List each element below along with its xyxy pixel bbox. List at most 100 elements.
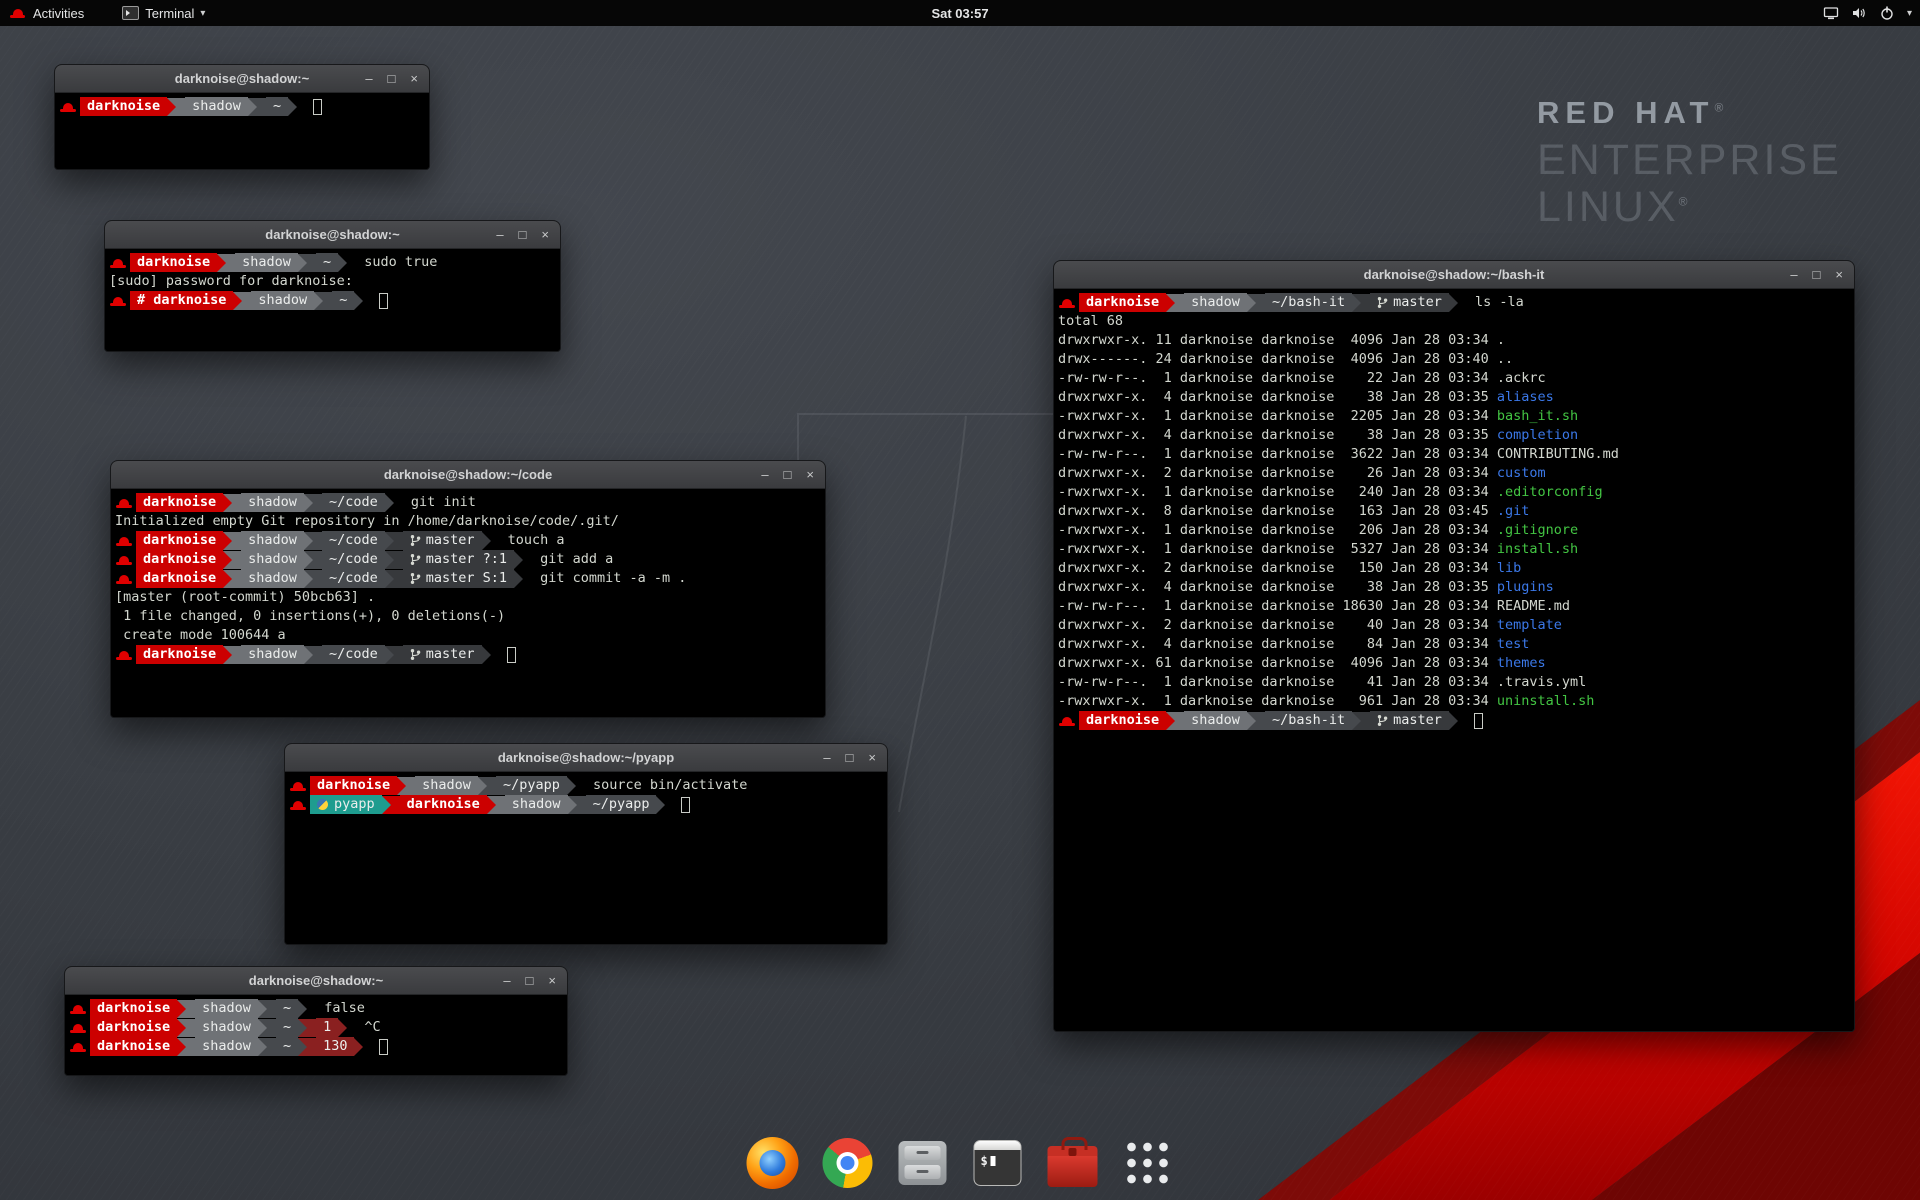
close-button[interactable]: × <box>410 72 418 85</box>
firefox-launcher[interactable] <box>744 1134 802 1192</box>
terminal-window-sudo: darknoise@shadow:~ – □ × darknoiseshadow… <box>104 220 561 352</box>
window-titlebar[interactable]: darknoise@shadow:~ – □ × <box>105 221 560 249</box>
prompt-segment-git: master <box>403 531 482 550</box>
git-branch-icon <box>1377 714 1388 727</box>
powerline-separator-icon <box>223 551 241 569</box>
window-titlebar[interactable]: darknoise@shadow:~/code – □ × <box>111 461 825 489</box>
maximize-button[interactable]: □ <box>846 751 854 764</box>
close-button[interactable]: × <box>548 974 556 987</box>
file-meta: -rwxrwxr-x. 1 darknoise darknoise 2205 J… <box>1058 407 1497 426</box>
powerline-separator-icon <box>298 1000 316 1018</box>
powerline-separator-icon <box>177 1038 195 1056</box>
prompt-segment-host: shadow <box>241 493 304 512</box>
file-meta: -rw-rw-r--. 1 darknoise darknoise 3622 J… <box>1058 445 1497 464</box>
toolbox-launcher[interactable] <box>1044 1134 1102 1192</box>
show-applications-button[interactable] <box>1119 1134 1177 1192</box>
prompt-line: darknoiseshadow~/pyapp source bin/activa… <box>289 776 884 795</box>
prompt-segment-host: shadow <box>505 795 568 814</box>
powerline-separator-icon <box>385 494 403 512</box>
terminal-content[interactable]: darknoiseshadow~ <box>55 93 429 169</box>
redhat-icon <box>116 494 132 512</box>
command-text: git commit -a -m . <box>532 569 686 588</box>
close-button[interactable]: × <box>1835 268 1843 281</box>
minimize-button[interactable]: – <box>496 228 503 241</box>
powerline-separator-icon <box>298 254 316 272</box>
powerline-separator-icon <box>1166 294 1184 312</box>
app-menu-terminal[interactable]: Terminal ▾ <box>116 0 211 26</box>
activities-button[interactable]: Activities <box>0 0 94 26</box>
file-list-line: -rw-rw-r--. 1 darknoise darknoise 22 Jan… <box>1058 369 1851 388</box>
file-list-line: -rwxrwxr-x. 1 darknoise darknoise 961 Ja… <box>1058 692 1851 711</box>
file-list-line: drwxrwxr-x. 11 darknoise darknoise 4096 … <box>1058 331 1851 350</box>
redhat-icon <box>60 98 76 116</box>
file-meta: drwx------. 24 darknoise darknoise 4096 … <box>1058 350 1497 369</box>
window-title: darknoise@shadow:~/pyapp <box>498 750 674 765</box>
command-text: ls -la <box>1467 293 1524 312</box>
command-text: sudo true <box>356 253 437 272</box>
close-button[interactable]: × <box>868 751 876 764</box>
minimize-button[interactable]: – <box>823 751 830 764</box>
terminal-content[interactable]: darknoiseshadow~/code git initInitialize… <box>111 489 825 717</box>
prompt-line: darknoiseshadow~/codemaster ?:1 git add … <box>115 550 822 569</box>
prompt-line: darknoiseshadow~/codemaster touch a <box>115 531 822 550</box>
chrome-icon-center <box>841 1156 855 1170</box>
terminal-icon-cursor <box>991 1156 996 1166</box>
file-name: .editorconfig <box>1497 483 1603 502</box>
file-list-line: drwxrwxr-x. 2 darknoise darknoise 40 Jan… <box>1058 616 1851 635</box>
prompt-segment-host: shadow <box>195 1018 258 1037</box>
chrome-icon <box>823 1138 873 1188</box>
clock[interactable]: Sat 03:57 <box>931 6 988 21</box>
redhat-icon <box>116 570 132 588</box>
files-launcher[interactable] <box>894 1134 952 1192</box>
window-titlebar[interactable]: darknoise@shadow:~ – □ × <box>65 967 567 995</box>
maximize-button[interactable]: □ <box>519 228 527 241</box>
redhat-icon <box>1059 294 1075 312</box>
command-text: ^C <box>356 1018 380 1037</box>
window-title: darknoise@shadow:~/bash-it <box>1364 267 1545 282</box>
terminal-content[interactable]: darknoiseshadow~ falsedarknoiseshadow~1 … <box>65 995 567 1075</box>
powerline-separator-icon <box>258 1000 276 1018</box>
prompt-segment-user: darknoise <box>80 97 167 116</box>
terminal-launcher[interactable]: $ <box>969 1134 1027 1192</box>
toolbox-icon-latch <box>1069 1148 1077 1156</box>
prompt-line: darknoiseshadow~/codemaster <box>115 645 822 664</box>
prompt-line: pyappdarknoiseshadow~/pyapp <box>289 795 884 814</box>
minimize-button[interactable]: – <box>365 72 372 85</box>
maximize-button[interactable]: □ <box>388 72 396 85</box>
minimize-button[interactable]: – <box>503 974 510 987</box>
prompt-segment-user: darknoise <box>90 1018 177 1037</box>
minimize-button[interactable]: – <box>1790 268 1797 281</box>
powerline-separator-icon <box>258 1019 276 1037</box>
redhat-icon <box>10 6 26 21</box>
powerline-separator-icon <box>382 796 400 814</box>
files-icon-drawer <box>905 1165 941 1179</box>
powerline-separator-icon <box>514 570 532 588</box>
prompt-segment-path: ~/code <box>322 550 385 569</box>
prompt-segment-git: master <box>1370 293 1449 312</box>
file-name: .ackrc <box>1497 369 1546 388</box>
close-button[interactable]: × <box>806 468 814 481</box>
prompt-segment-git: master ?:1 <box>403 550 514 569</box>
terminal-content[interactable]: darknoiseshadow~/pyapp source bin/activa… <box>285 772 887 944</box>
desktop-background[interactable]: RED HAT® ENTERPRISE LINUX® darknoise@sha… <box>0 0 1920 1200</box>
terminal-content[interactable]: darknoiseshadow~ sudo true[sudo] passwor… <box>105 249 560 351</box>
terminal-content[interactable]: darknoiseshadow~/bash-itmaster ls -latot… <box>1054 289 1854 1031</box>
prompt-segment-host: shadow <box>195 999 258 1018</box>
window-titlebar[interactable]: darknoise@shadow:~/pyapp – □ × <box>285 744 887 772</box>
window-titlebar[interactable]: darknoise@shadow:~/bash-it – □ × <box>1054 261 1854 289</box>
system-status-area[interactable]: ▾ <box>1823 0 1912 26</box>
prompt-segment-user: darknoise <box>1079 293 1166 312</box>
redhat-icon <box>1059 712 1075 730</box>
maximize-button[interactable]: □ <box>1813 268 1821 281</box>
minimize-button[interactable]: – <box>761 468 768 481</box>
powerline-separator-icon <box>487 796 505 814</box>
file-name: test <box>1497 635 1530 654</box>
chrome-launcher[interactable] <box>819 1134 877 1192</box>
window-titlebar[interactable]: darknoise@shadow:~ – □ × <box>55 65 429 93</box>
redhat-icon <box>70 1000 86 1018</box>
powerline-separator-icon <box>223 570 241 588</box>
close-button[interactable]: × <box>541 228 549 241</box>
maximize-button[interactable]: □ <box>784 468 792 481</box>
prompt-segment-path: ~/bash-it <box>1265 711 1352 730</box>
maximize-button[interactable]: □ <box>526 974 534 987</box>
